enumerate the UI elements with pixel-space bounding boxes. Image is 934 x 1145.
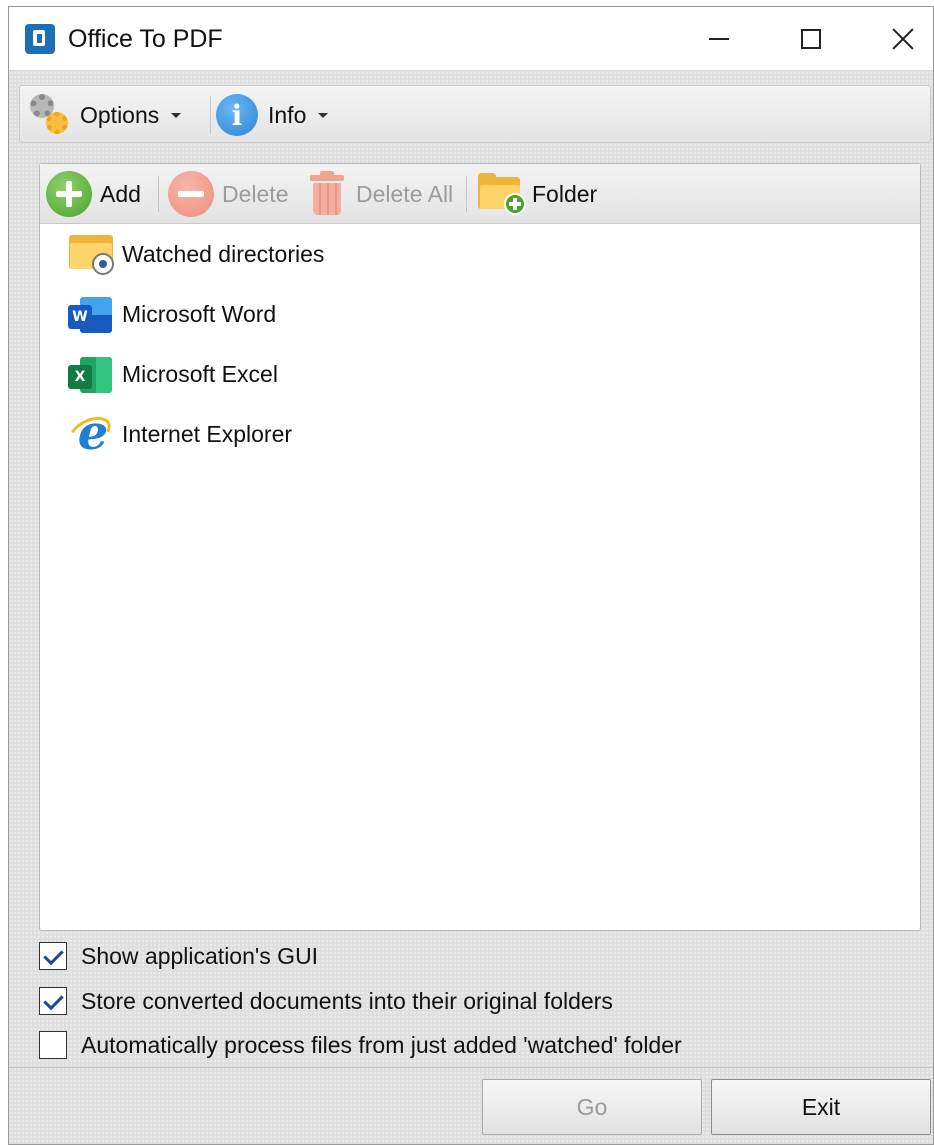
exit-button[interactable]: Exit xyxy=(711,1079,931,1135)
chevron-down-icon xyxy=(318,112,329,118)
list-item-label: Internet Explorer xyxy=(122,420,293,447)
store-original-checkbox[interactable] xyxy=(39,987,67,1015)
delete-all-button[interactable]: Delete All xyxy=(308,171,453,217)
app-icon xyxy=(25,24,55,54)
sources-panel: Add Delete Delete All Folder Watched dir… xyxy=(39,163,921,931)
toolbar-divider xyxy=(466,176,467,212)
list-toolbar: Add Delete Delete All Folder xyxy=(40,164,920,224)
excel-icon: X xyxy=(66,349,116,399)
info-label: Info xyxy=(268,101,307,128)
auto-process-checkbox[interactable] xyxy=(39,1031,67,1059)
options-menu-button[interactable]: Options xyxy=(26,92,182,138)
gears-icon xyxy=(26,92,72,138)
options-label: Options xyxy=(80,101,160,128)
list-item-watched-directories[interactable]: Watched directories xyxy=(66,226,324,282)
minimize-icon xyxy=(709,38,729,40)
list-item-microsoft-excel[interactable]: X Microsoft Excel xyxy=(66,346,278,402)
store-original-label: Store converted documents into their ori… xyxy=(81,987,613,1014)
info-menu-button[interactable]: i Info xyxy=(216,92,329,138)
chevron-down-icon xyxy=(171,112,182,118)
window-body: Options i Info Add Delete Delete All Fol… xyxy=(9,71,933,1144)
main-toolbar: Options i Info xyxy=(19,85,931,143)
list-item-internet-explorer[interactable]: e Internet Explorer xyxy=(64,406,293,462)
close-button[interactable] xyxy=(857,7,933,71)
internet-explorer-icon: e xyxy=(64,409,116,459)
delete-icon xyxy=(168,171,214,217)
show-gui-checkbox-row[interactable]: Show application's GUI xyxy=(39,939,318,973)
go-button[interactable]: Go xyxy=(482,1079,702,1135)
add-icon xyxy=(46,171,92,217)
list-item-label: Microsoft Excel xyxy=(122,360,278,387)
delete-all-label: Delete All xyxy=(356,180,454,207)
maximize-icon xyxy=(801,29,821,49)
maximize-button[interactable] xyxy=(765,7,857,71)
title-bar[interactable]: Office To PDF xyxy=(9,7,933,71)
word-icon: W xyxy=(66,289,116,339)
delete-label: Delete xyxy=(222,180,289,207)
window-title: Office To PDF xyxy=(68,25,223,53)
store-original-checkbox-row[interactable]: Store converted documents into their ori… xyxy=(39,984,613,1018)
list-item-label: Watched directories xyxy=(122,240,325,267)
auto-process-checkbox-row[interactable]: Automatically process files from just ad… xyxy=(39,1028,682,1062)
bottom-divider xyxy=(9,1067,933,1068)
delete-button[interactable]: Delete xyxy=(168,171,288,217)
add-label: Add xyxy=(100,180,141,207)
trash-icon xyxy=(308,171,346,217)
add-folder-button[interactable]: Folder xyxy=(478,171,597,217)
toolbar-divider xyxy=(210,96,211,134)
minimize-button[interactable] xyxy=(673,7,765,71)
toolbar-divider xyxy=(158,176,159,212)
list-item-label: Microsoft Word xyxy=(122,300,277,327)
list-item-microsoft-word[interactable]: W Microsoft Word xyxy=(66,286,276,342)
folder-add-icon xyxy=(478,173,526,215)
close-icon xyxy=(891,27,915,51)
app-window: Office To PDF Options i Info Add Delete … xyxy=(8,6,934,1145)
show-gui-label: Show application's GUI xyxy=(81,942,319,969)
auto-process-label: Automatically process files from just ad… xyxy=(81,1031,682,1058)
show-gui-checkbox[interactable] xyxy=(39,942,67,970)
folder-label: Folder xyxy=(532,180,598,207)
info-icon: i xyxy=(216,94,258,136)
watched-folder-icon xyxy=(66,229,116,279)
add-button[interactable]: Add xyxy=(46,171,141,217)
